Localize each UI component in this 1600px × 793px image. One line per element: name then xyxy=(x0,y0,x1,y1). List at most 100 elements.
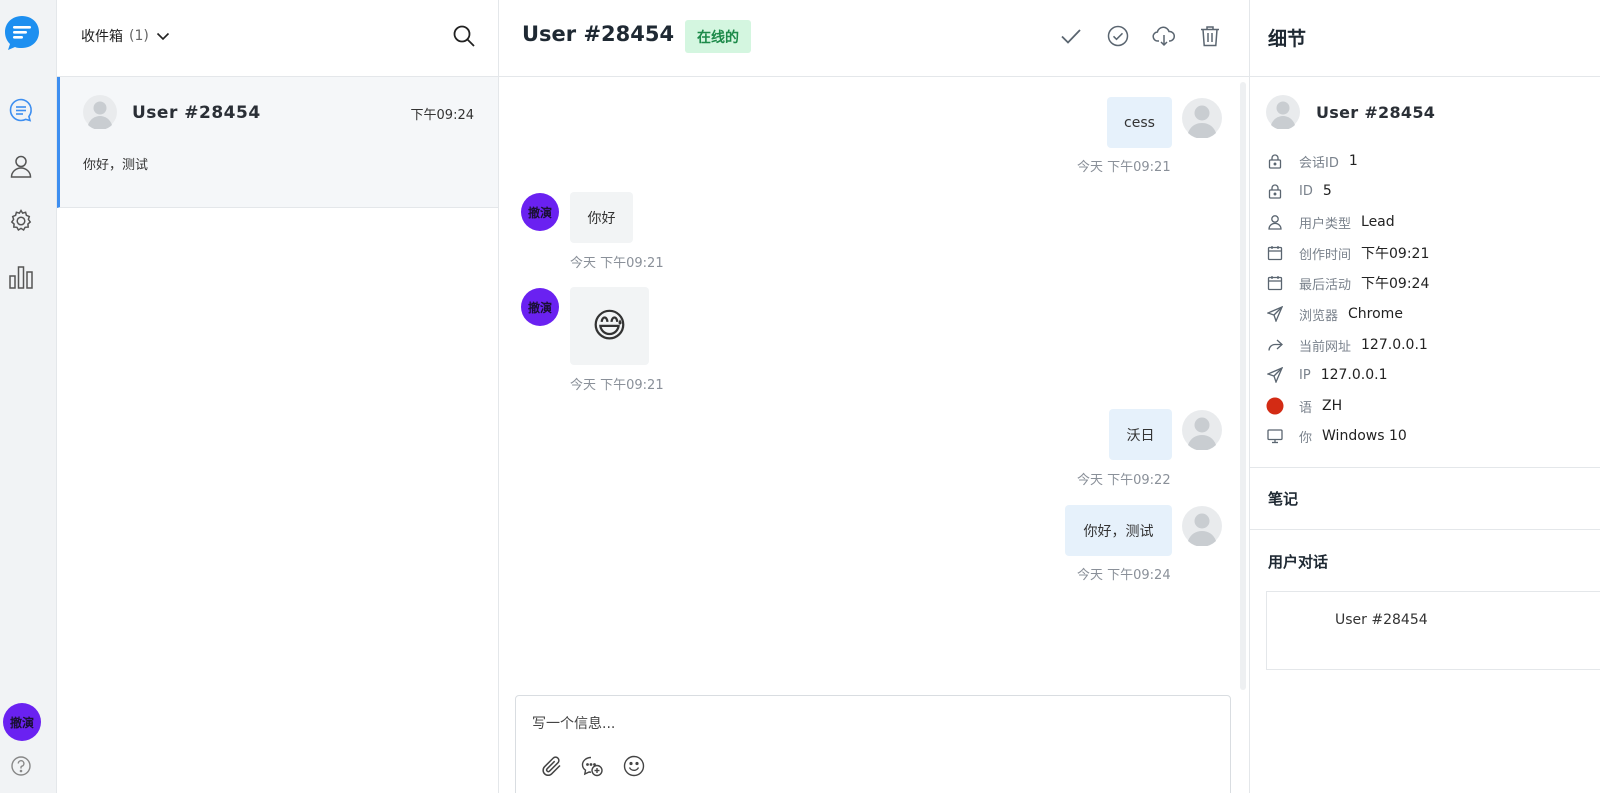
inbox-count: (1) xyxy=(129,28,149,44)
user-conversation-item[interactable]: User #28454 xyxy=(1266,591,1600,670)
nav-conversations[interactable] xyxy=(6,95,36,125)
saved-reply-icon[interactable] xyxy=(580,754,604,778)
conversation-preview: 你好，测试 xyxy=(83,158,149,173)
details-title: 细节 xyxy=(1268,28,1307,50)
user-conversation-name: User #28454 xyxy=(1335,612,1428,628)
message-timestamp: 今天 下午09:22 xyxy=(1077,473,1171,488)
message-bubble-incoming: 你好 xyxy=(570,192,633,243)
status-badge: 在线的 xyxy=(685,20,751,53)
message-bubble-outgoing: cess xyxy=(1107,97,1172,148)
search-icon[interactable] xyxy=(452,24,476,48)
detail-row: ID 5 xyxy=(1266,181,1332,201)
detail-label: ID xyxy=(1299,183,1313,199)
gear-icon xyxy=(10,209,32,232)
conversation-list: 收件箱 (1) User #28454 下午09:24 你好，测试 xyxy=(57,0,499,793)
detail-row: 你 Windows 10 xyxy=(1266,426,1407,446)
details-user-name: User #28454 xyxy=(1316,102,1436,122)
detail-label: 当前网址 xyxy=(1299,339,1352,355)
bar-chart-icon xyxy=(9,266,33,289)
detail-value: 1 xyxy=(1348,153,1358,169)
list-header: 收件箱 (1) xyxy=(57,0,498,77)
message-bubble-incoming: 😅 xyxy=(570,287,649,365)
monitor-icon xyxy=(1267,429,1283,444)
detail-row: 浏览器 Chrome xyxy=(1266,304,1403,324)
message-bubble-outgoing: 你好，测试 xyxy=(1065,505,1172,556)
detail-value: 127.0.0.1 xyxy=(1320,367,1388,383)
user-conversations-title[interactable]: 用户对话 xyxy=(1268,551,1328,572)
lock-icon xyxy=(1268,154,1282,169)
details-user: User #28454 xyxy=(1266,95,1435,129)
notes-section-title[interactable]: 笔记 xyxy=(1268,488,1298,509)
detail-label: 用户类型 xyxy=(1299,216,1352,232)
calendar-icon xyxy=(1267,276,1283,291)
paperclip-icon[interactable] xyxy=(540,754,564,778)
chat-header: User #28454 在线的 xyxy=(499,0,1249,77)
nav-users[interactable] xyxy=(6,151,36,181)
lock-icon xyxy=(1268,184,1282,199)
detail-row: IP 127.0.0.1 xyxy=(1266,365,1387,385)
user-icon xyxy=(10,155,32,178)
user-avatar-icon xyxy=(1182,98,1222,138)
user-avatar-icon xyxy=(1182,410,1222,450)
agent-avatar: 撤演 xyxy=(521,288,559,326)
detail-value: 5 xyxy=(1322,183,1332,199)
detail-value: Lead xyxy=(1361,214,1395,230)
detail-label: 浏览器 xyxy=(1299,308,1339,324)
detail-label: IP xyxy=(1299,367,1311,383)
agent-avatar[interactable]: 撤演 xyxy=(3,703,41,741)
share-icon xyxy=(1268,339,1283,351)
detail-label: 会话ID xyxy=(1299,155,1339,171)
detail-row: 创作时间 下午09:21 xyxy=(1266,243,1429,263)
detail-value: 127.0.0.1 xyxy=(1361,337,1428,353)
conversation-item[interactable]: User #28454 下午09:24 你好，测试 xyxy=(57,77,498,208)
trash-icon[interactable] xyxy=(1198,24,1222,48)
calendar-icon xyxy=(1267,246,1283,261)
conversation-time: 下午09:24 xyxy=(410,108,474,123)
detail-value: 下午09:24 xyxy=(1361,276,1430,292)
message-timestamp: 今天 下午09:21 xyxy=(570,256,664,271)
detail-label: 语 xyxy=(1299,400,1313,416)
chat-title: User #28454 xyxy=(522,22,675,46)
message-timestamp: 今天 下午09:24 xyxy=(1077,568,1171,583)
emoji-icon[interactable] xyxy=(622,754,646,778)
nav-reports[interactable] xyxy=(6,262,36,292)
detail-row: 最后活动 下午09:24 xyxy=(1266,273,1429,293)
conversation-name: User #28454 xyxy=(132,103,261,123)
detail-value: ZH xyxy=(1322,398,1343,414)
detail-value: Chrome xyxy=(1348,306,1403,322)
user-avatar-icon xyxy=(83,95,117,129)
detail-label: 你 xyxy=(1299,430,1313,446)
inbox-label: 收件箱 xyxy=(81,29,123,45)
detail-label: 最后活动 xyxy=(1299,277,1352,293)
agent-avatar: 撤演 xyxy=(521,193,559,231)
app-logo-icon[interactable] xyxy=(3,14,41,52)
cloud-download-icon[interactable] xyxy=(1152,24,1176,48)
send-icon xyxy=(1267,367,1283,383)
detail-value: Windows 10 xyxy=(1322,428,1407,444)
detail-row: 当前网址 127.0.0.1 xyxy=(1266,335,1428,355)
chevron-down-icon xyxy=(156,32,169,41)
details-pane: 细节 User #28454 会话ID 1 ID 5 用户类型 Lead 创作时… xyxy=(1250,0,1600,793)
message-bubble-outgoing: 沃日 xyxy=(1109,409,1172,460)
left-rail: 撤演 xyxy=(0,0,57,793)
message-timestamp: 今天 下午09:21 xyxy=(1077,160,1171,175)
chat-pane: User #28454 在线的 cess 今天 下午09:21 撤演 你好 今天… xyxy=(499,0,1250,793)
send-icon xyxy=(1267,306,1283,322)
detail-row: 语 ZH xyxy=(1266,396,1342,416)
chat-icon xyxy=(9,98,32,122)
help-icon[interactable] xyxy=(10,755,32,777)
message-timestamp: 今天 下午09:21 xyxy=(570,378,664,393)
detail-row: 用户类型 Lead xyxy=(1266,212,1395,232)
check-circle-icon[interactable] xyxy=(1106,24,1130,48)
nav-settings[interactable] xyxy=(6,206,36,236)
flag-icon xyxy=(1266,397,1284,415)
divider xyxy=(1250,529,1600,530)
message-input[interactable] xyxy=(532,716,1132,732)
inbox-dropdown[interactable]: 收件箱 (1) xyxy=(81,26,171,46)
detail-label: 创作时间 xyxy=(1299,247,1352,263)
message-scrollbar[interactable] xyxy=(1240,82,1246,690)
user-avatar-icon xyxy=(1266,95,1300,129)
user-avatar-icon xyxy=(1182,506,1222,546)
message-composer xyxy=(515,695,1231,793)
check-icon[interactable] xyxy=(1059,24,1083,48)
